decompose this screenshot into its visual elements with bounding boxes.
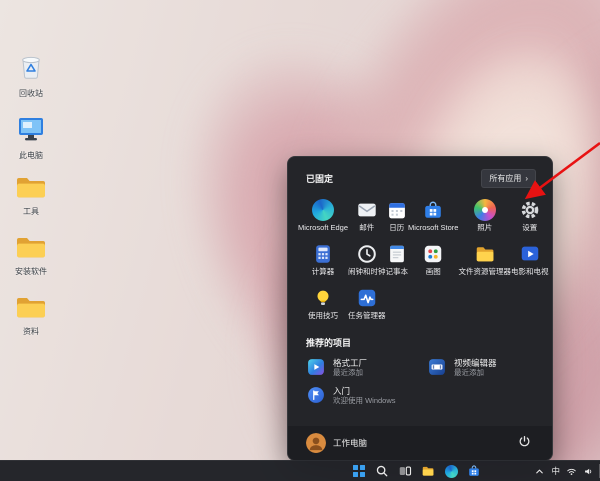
pinned-app-store[interactable]: Microsoft Store [408, 194, 458, 238]
search-icon [376, 465, 388, 477]
edge-icon [444, 464, 458, 478]
recycle-bin-icon [16, 50, 46, 87]
pinned-app-mail[interactable]: 邮件 [348, 194, 386, 238]
desktop-icon-this-pc[interactable]: 此电脑 [6, 114, 56, 160]
avatar [306, 433, 326, 453]
clock-icon [356, 243, 378, 265]
photos-icon [473, 199, 496, 221]
pinned-app-tips[interactable]: 使用技巧 [298, 282, 348, 326]
pinned-app-file-explorer[interactable]: 文件资源管理器 [458, 238, 511, 282]
task-manager-icon [356, 287, 378, 309]
paint-icon [422, 243, 444, 265]
search-button[interactable] [375, 464, 389, 478]
recommended-header: 推荐的项目 [306, 338, 352, 348]
folder-icon [15, 294, 47, 325]
microsoft-store-icon [469, 465, 479, 476]
recommended-item-format-factory[interactable]: 格式工厂 最近添加 [302, 353, 417, 381]
all-apps-label: 所有应用 [489, 174, 522, 183]
desktop-icon-recycle-bin[interactable]: 回收站 [6, 50, 56, 98]
pinned-app-task-manager[interactable]: 任务管理器 [348, 282, 386, 326]
edge-icon [312, 199, 335, 221]
task-view-icon [399, 466, 412, 476]
recommended-item-get-started[interactable]: 入门 欢迎使用 Windows [302, 381, 417, 409]
task-view-button[interactable] [398, 464, 412, 478]
tray-chevron-up[interactable] [534, 466, 545, 477]
file-explorer-icon [474, 243, 496, 265]
format-factory-icon [306, 357, 326, 377]
desktop-icon-label: 资料 [23, 327, 39, 336]
pinned-app-grid: Microsoft Edge 邮件 日历 Microsoft Store 照片 … [288, 190, 552, 326]
system-tray: 中 [534, 461, 594, 481]
speaker-icon [585, 468, 592, 474]
folder-icon [422, 466, 434, 476]
taskbar-store[interactable] [467, 464, 481, 478]
desktop-icon-folder-3[interactable]: 资料 [6, 294, 56, 336]
pinned-header: 已固定 [306, 174, 334, 184]
input-language-indicator[interactable]: 中 [551, 465, 560, 477]
folder-icon [15, 174, 47, 205]
taskbar: 中 [0, 460, 600, 481]
user-account-button[interactable]: 工作电脑 [306, 433, 367, 453]
recommended-item-video-editor[interactable]: 视频编辑器 最近添加 [423, 353, 538, 381]
power-button[interactable] [515, 432, 534, 454]
lightbulb-icon [312, 287, 334, 309]
pinned-app-calculator[interactable]: 计算器 [298, 238, 348, 282]
pinned-app-calendar[interactable]: 日历 [386, 194, 409, 238]
calendar-icon [386, 199, 408, 221]
get-started-icon [306, 385, 326, 405]
settings-gear-icon [519, 199, 541, 221]
desktop-icon-label: 安装软件 [15, 267, 47, 276]
pinned-app-edge[interactable]: Microsoft Edge [298, 194, 348, 238]
taskbar-edge[interactable] [444, 464, 458, 478]
desktop-icon-label: 工具 [23, 207, 39, 216]
desktop-icon-folder-2[interactable]: 安装软件 [6, 234, 56, 276]
mail-icon [356, 199, 378, 221]
pinned-app-alarms[interactable]: 闹钟和时钟 [348, 238, 386, 282]
start-menu: 已固定 所有应用 › Microsoft Edge 邮件 日历 Microsof… [287, 156, 553, 461]
pinned-app-photos[interactable]: 照片 [458, 194, 511, 238]
pinned-app-paint[interactable]: 画图 [408, 238, 458, 282]
desktop: 回收站 此电脑 工具 安装软件 资料 已固定 所有应用 › Microsoft … [0, 0, 600, 481]
desktop-icon-label: 此电脑 [19, 151, 43, 160]
recommended-grid: 格式工厂 最近添加 视频编辑器 最近添加 入门 欢迎使用 Windows [288, 353, 552, 409]
chevron-right-icon: › [525, 174, 528, 183]
pinned-app-notepad[interactable]: 记事本 [386, 238, 408, 282]
pinned-app-settings[interactable]: 设置 [511, 194, 549, 238]
chevron-up-icon [536, 469, 544, 473]
tray-volume[interactable] [583, 466, 594, 477]
this-pc-icon [16, 114, 46, 149]
tray-network[interactable] [566, 466, 577, 477]
user-name: 工作电脑 [333, 438, 368, 448]
desktop-icon-folder-1[interactable]: 工具 [6, 174, 56, 216]
notepad-icon [386, 243, 408, 265]
movies-tv-icon [519, 243, 541, 265]
pinned-app-movies-tv[interactable]: 电影和电视 [511, 238, 548, 282]
start-menu-footer: 工作电脑 [288, 426, 552, 460]
start-button[interactable] [352, 464, 366, 478]
all-apps-button[interactable]: 所有应用 › [481, 169, 536, 188]
wifi-icon [567, 468, 576, 475]
windows-logo-icon [353, 465, 365, 477]
desktop-icon-label: 回收站 [19, 89, 43, 98]
taskbar-file-explorer[interactable] [421, 464, 435, 478]
microsoft-store-icon [422, 199, 444, 221]
video-editor-icon [427, 357, 447, 377]
calculator-icon [312, 243, 334, 265]
folder-icon [15, 234, 47, 265]
